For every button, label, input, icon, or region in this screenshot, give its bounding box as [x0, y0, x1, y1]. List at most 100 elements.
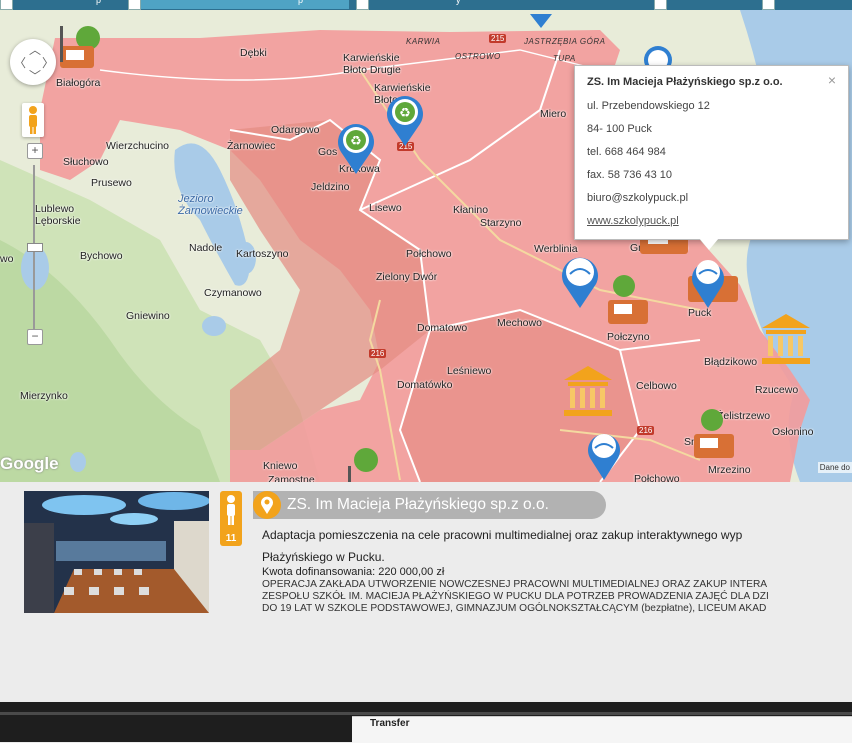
project-photo	[24, 491, 209, 613]
pan-up-icon[interactable]: ︿	[29, 41, 41, 58]
road-name: KARWIA	[406, 37, 441, 46]
operation-line: OPERACJA ZAKŁADA UTWORZENIE NOWCZESNEJ P…	[262, 579, 768, 590]
road-name: JASTRZĘBIA GÓRA	[524, 37, 606, 46]
map-view[interactable]: Białogóra Dębki Karwieńskie Błoto Drugie …	[0, 10, 852, 482]
place-label: Kartoszyno	[236, 248, 289, 260]
zoom-in-button[interactable]: +	[27, 143, 43, 159]
road-number: 216	[637, 426, 655, 435]
location-pin-icon	[253, 491, 281, 519]
transfer-window[interactable]: Transfer	[352, 716, 852, 743]
place-label: Kniewo	[263, 460, 298, 472]
school-marker-icon[interactable]	[690, 406, 740, 466]
place-label: Zamostne	[268, 474, 315, 482]
place-label: Czymanowo	[204, 287, 262, 299]
description-line: Płażyńskiego w Pucku.	[262, 550, 385, 564]
zoom-out-button[interactable]: −	[27, 329, 43, 345]
description-line: Adaptacja pomieszczenia na cele pracowni…	[262, 528, 743, 542]
education-marker-icon[interactable]	[684, 250, 744, 310]
place-label: Gniewino	[126, 310, 170, 322]
checkbox-icon[interactable]	[128, 0, 141, 10]
category-badge: 11	[220, 491, 242, 546]
road-number: 215	[489, 34, 507, 43]
marker-info-window: ZS. Im Macieja Płażyńskiego sp.z o.o. × …	[574, 65, 849, 250]
place-label: Połchowo	[634, 473, 680, 482]
google-logo: Google	[0, 454, 59, 473]
category-tab[interactable]: p	[0, 0, 136, 10]
zoom-slider-handle[interactable]	[27, 243, 43, 252]
pan-down-icon[interactable]: ﹀	[29, 67, 41, 84]
category-tab-label: y	[456, 0, 461, 5]
funding-value: 220 000,00 zł	[378, 566, 445, 578]
close-icon[interactable]: ×	[828, 72, 836, 88]
road-name: OSTROWO	[455, 52, 501, 61]
place-label: Rzucewo	[755, 384, 799, 396]
school-marker-icon[interactable]	[342, 444, 392, 482]
place-label: Karwieńskie Błoto Drugie	[343, 52, 401, 76]
school-marker-icon[interactable]	[52, 20, 104, 82]
category-tab-bar: p p y	[0, 0, 852, 10]
place-label: Odargowo	[271, 124, 320, 136]
place-label: Mechowo	[497, 317, 542, 329]
project-detail-panel: 11 ZS. Im Macieja Płażyńskiego sp.z o.o.…	[0, 482, 852, 702]
place-label: Nadole	[189, 242, 223, 254]
project-operation-text: OPERACJA ZAKŁADA UTWORZENIE NOWCZESNEJ P…	[262, 579, 769, 615]
place-label: Zielony Dwór	[376, 271, 438, 283]
road-name: TUPA	[553, 54, 576, 63]
place-label: Lublewo Lęborskie	[35, 203, 81, 227]
category-tab-label: p	[298, 0, 304, 5]
place-label: Błądzikowo	[704, 356, 758, 368]
place-label: Osłonino	[772, 426, 814, 438]
pan-control[interactable]: ︿ ﹀ 〈 〉	[10, 39, 56, 85]
place-label: Starzyno	[480, 217, 522, 229]
place-label: Dębki	[240, 47, 267, 59]
institution-marker-icon[interactable]	[758, 310, 814, 368]
funding-label: Kwota dofinansowania:	[262, 566, 376, 578]
category-tab-active[interactable]: p	[128, 0, 349, 10]
popup-fax: fax. 58 736 43 10	[587, 169, 673, 181]
place-label: Połchowo	[406, 248, 452, 260]
checkbox-icon[interactable]	[762, 0, 775, 10]
checkbox-icon[interactable]	[0, 0, 13, 10]
education-marker-icon[interactable]	[556, 250, 606, 310]
institution-marker-icon[interactable]	[560, 362, 616, 420]
category-tab[interactable]	[654, 0, 750, 10]
project-description: Adaptacja pomieszczenia na cele pracowni…	[262, 524, 852, 568]
pan-left-icon[interactable]: 〈	[14, 54, 26, 71]
popup-city: 84- 100 Puck	[587, 123, 652, 135]
place-label: Jeldzino	[311, 181, 350, 193]
category-tab-label: p	[96, 0, 102, 5]
project-title: ZS. Im Macieja Płażyńskiego sp.z o.o.	[287, 496, 549, 513]
category-tab[interactable]: y	[356, 0, 492, 10]
transfer-label: Transfer	[370, 718, 410, 729]
category-tab[interactable]	[762, 0, 852, 10]
recycling-marker-icon[interactable]: ♻	[382, 90, 428, 148]
education-marker-icon[interactable]	[584, 428, 624, 482]
popup-website-link[interactable]: www.szkolypuck.pl	[587, 215, 679, 227]
checkbox-icon[interactable]	[356, 0, 369, 10]
map-data-notice[interactable]: Dane do	[817, 462, 852, 473]
popup-title: ZS. Im Macieja Płażyńskiego sp.z o.o.	[587, 76, 783, 88]
popup-phone: tel. 668 464 984	[587, 146, 666, 158]
popup-pointer	[699, 238, 719, 250]
school-marker-icon[interactable]	[602, 272, 656, 332]
education-marker-icon[interactable]	[526, 10, 556, 30]
recycling-marker-icon[interactable]: ♻	[333, 118, 379, 176]
place-label: Domatowo	[417, 322, 468, 334]
person-icon	[227, 495, 235, 525]
place-label: Wierzchucino	[106, 140, 170, 152]
operation-line: ZESPOŁU SZKÓŁ IM. MACIEJA PŁAŻYŃSKIEGO W…	[262, 591, 769, 602]
road-number: 216	[369, 349, 387, 358]
place-label: Lisewo	[369, 202, 402, 214]
place-label: Żarnowiec	[227, 140, 276, 152]
place-label: wo	[0, 253, 14, 265]
svg-text:♻: ♻	[350, 134, 362, 149]
place-label: Leśniewo	[447, 365, 492, 377]
checkbox-icon[interactable]	[654, 0, 667, 10]
place-label: Prusewo	[91, 177, 132, 189]
lake-label: Jezioro Żarnowieckie	[178, 193, 243, 217]
street-view-pegman-icon[interactable]	[22, 103, 44, 137]
category-number: 11	[225, 533, 237, 544]
svg-text:♻: ♻	[399, 106, 411, 121]
operation-line: DO 19 LAT W SZKOLE PODSTAWOWEJ, GIMNAZJU…	[262, 603, 767, 614]
place-label: Połczyno	[607, 331, 650, 343]
